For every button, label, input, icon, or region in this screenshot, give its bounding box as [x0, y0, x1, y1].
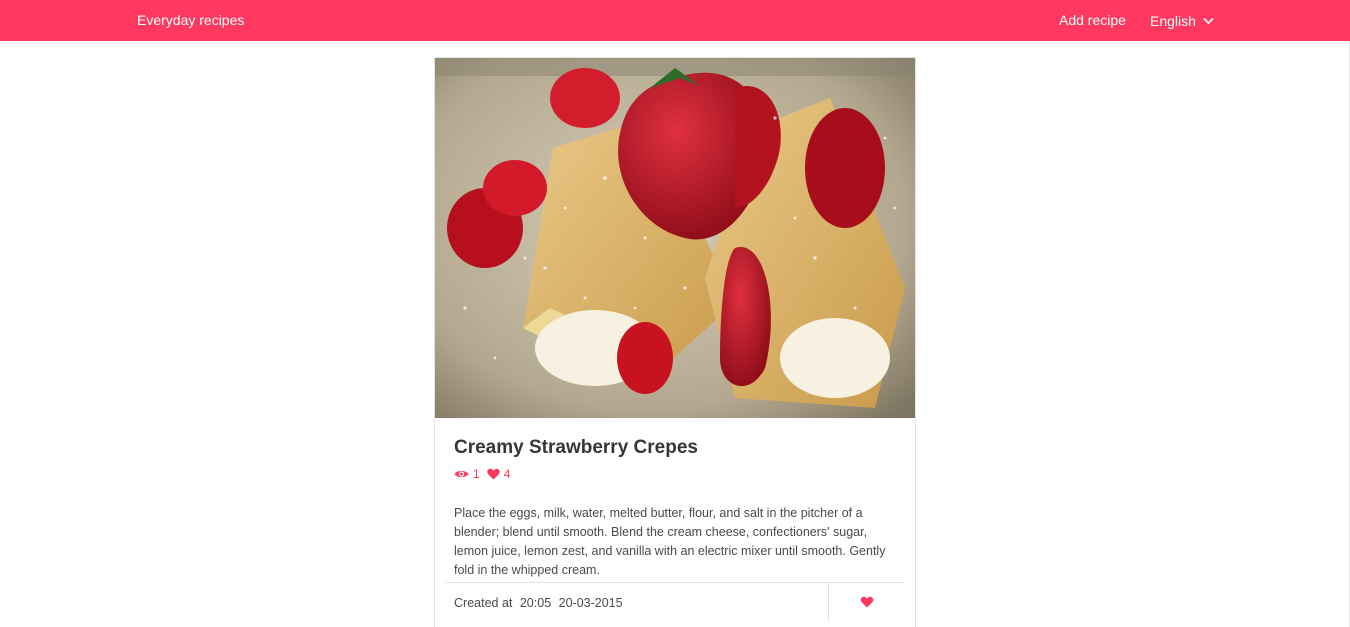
chevron-down-icon — [1203, 17, 1214, 24]
language-dropdown[interactable]: English — [1150, 0, 1214, 41]
likes-stat: 4 — [486, 467, 511, 481]
recipe-stats: 1 4 — [454, 467, 510, 481]
card-footer: Created at 20:05 20-03-2015 — [445, 582, 905, 622]
created-date: 20-03-2015 — [558, 596, 623, 610]
created-time: 20:05 — [519, 596, 552, 610]
views-count: 1 — [473, 467, 480, 481]
created-label: Created at — [454, 596, 513, 610]
brand-link[interactable]: Everyday recipes — [137, 0, 244, 41]
recipe-description: Place the eggs, milk, water, melted butt… — [454, 506, 886, 577]
recipe-card: Creamy Strawberry Crepes 1 4 Place the e… — [434, 57, 916, 627]
heart-icon — [860, 596, 874, 608]
language-label: English — [1150, 12, 1196, 29]
created-info: Created at 20:05 20-03-2015 — [454, 596, 623, 610]
likes-count: 4 — [503, 467, 511, 481]
recipe-image — [435, 58, 915, 418]
heart-icon — [486, 468, 500, 480]
add-recipe-link[interactable]: Add recipe — [1059, 0, 1126, 41]
like-button[interactable] — [829, 583, 905, 621]
top-navbar: Everyday recipes Add recipe English — [0, 0, 1350, 41]
recipe-title: Creamy Strawberry Crepes — [454, 437, 698, 458]
eye-icon — [454, 470, 469, 478]
views-stat: 1 — [454, 467, 480, 481]
